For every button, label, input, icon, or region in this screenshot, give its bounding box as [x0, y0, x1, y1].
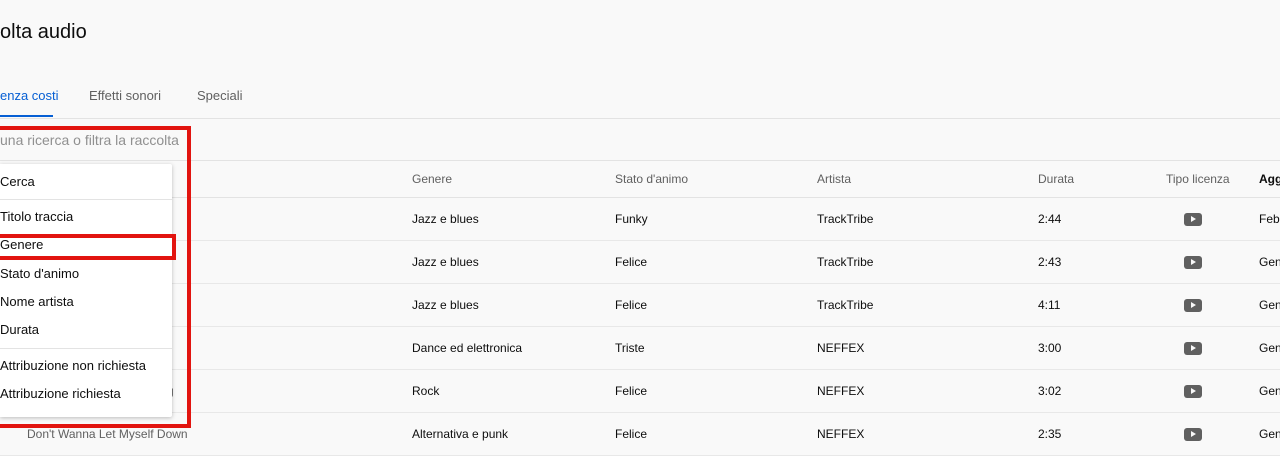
track-mood: Funky [615, 212, 648, 226]
filter-option-attribuzione-richiesta[interactable]: Attribuzione richiesta [0, 380, 172, 408]
track-genre: Alternativa e punk [412, 427, 509, 441]
filter-option-nome-artista[interactable]: Nome artista [0, 288, 172, 316]
table-row[interactable]: Dance ed elettronica Triste NEFFEX 3:00 … [0, 327, 1280, 370]
track-duration: 2:35 [1038, 427, 1062, 441]
tab-senza-costi[interactable]: enza costi [0, 78, 59, 117]
table-row[interactable]: Don't Wanna Let Myself Down Alternativa … [0, 413, 1280, 456]
track-artist: TrackTribe [817, 212, 874, 226]
track-artist: NEFFEX [817, 384, 865, 398]
youtube-icon [1184, 385, 1202, 398]
track-mood: Triste [615, 341, 645, 355]
header-genre[interactable]: Genere [412, 161, 452, 197]
filter-option-genere[interactable]: Genere [0, 232, 172, 258]
track-date: Gen [1259, 255, 1280, 269]
track-date: Gen [1259, 384, 1280, 398]
table-row[interactable]: g Rock Felice NEFFEX 3:02 Gen [0, 370, 1280, 413]
track-duration: 2:44 [1038, 212, 1062, 226]
table-row[interactable]: Jazz e blues Felice TrackTribe 4:11 Gen [0, 284, 1280, 327]
track-mood: Felice [615, 255, 648, 269]
search-input[interactable] [0, 120, 1280, 160]
menu-divider [0, 199, 172, 200]
track-duration: 3:00 [1038, 341, 1062, 355]
track-genre: Jazz e blues [412, 255, 479, 269]
tab-speciali[interactable]: Speciali [197, 78, 243, 117]
track-genre: Jazz e blues [412, 212, 479, 226]
track-genre: Jazz e blues [412, 298, 479, 312]
page-title: olta audio [0, 21, 87, 43]
filter-option-titolo-traccia[interactable]: Titolo traccia [0, 203, 172, 231]
filter-option-cerca[interactable]: Cerca [0, 169, 172, 195]
track-duration: 4:11 [1038, 298, 1061, 312]
header-artist[interactable]: Artista [817, 161, 851, 197]
track-duration: 3:02 [1038, 384, 1062, 398]
header-duration[interactable]: Durata [1038, 161, 1074, 197]
audio-table: Genere Stato d'animo Artista Durata Tipo… [0, 160, 1280, 456]
track-artist: TrackTribe [817, 298, 874, 312]
youtube-icon [1184, 342, 1202, 355]
youtube-icon [1184, 256, 1202, 269]
filter-option-durata[interactable]: Durata [0, 316, 172, 344]
youtube-icon [1184, 299, 1202, 312]
track-date: Gen [1259, 427, 1280, 441]
filter-option-stato-d-animo[interactable]: Stato d'animo [0, 260, 172, 288]
header-license[interactable]: Tipo licenza [1166, 161, 1230, 197]
track-genre: Rock [412, 384, 440, 398]
track-artist: TrackTribe [817, 255, 874, 269]
youtube-icon [1184, 213, 1202, 226]
filter-dropdown: Cerca Titolo traccia Genere Stato d'anim… [0, 164, 172, 417]
track-artist: NEFFEX [817, 427, 865, 441]
track-duration: 2:43 [1038, 255, 1062, 269]
menu-divider [0, 348, 172, 349]
table-header: Genere Stato d'animo Artista Durata Tipo… [0, 160, 1280, 198]
track-date: Gen [1259, 298, 1280, 312]
track-date: Gen [1259, 341, 1280, 355]
track-artist: NEFFEX [817, 341, 865, 355]
track-title: Don't Wanna Let Myself Down [27, 427, 188, 441]
header-mood[interactable]: Stato d'animo [615, 161, 688, 197]
youtube-icon [1184, 428, 1202, 441]
track-genre: Dance ed elettronica [412, 341, 523, 355]
header-updated[interactable]: Aggi [1259, 161, 1280, 197]
tab-effetti-sonori[interactable]: Effetti sonori [89, 78, 161, 117]
track-mood: Felice [615, 298, 648, 312]
filter-option-attribuzione-non-richiesta[interactable]: Attribuzione non richiesta [0, 352, 172, 380]
tab-bar: enza costi Effetti sonori Speciali [0, 78, 1280, 119]
table-row[interactable]: Jazz e blues Funky TrackTribe 2:44 Feb [0, 198, 1280, 241]
track-date: Feb [1259, 212, 1280, 226]
table-row[interactable]: Jazz e blues Felice TrackTribe 2:43 Gen [0, 241, 1280, 284]
track-mood: Felice [615, 384, 648, 398]
track-mood: Felice [615, 427, 648, 441]
